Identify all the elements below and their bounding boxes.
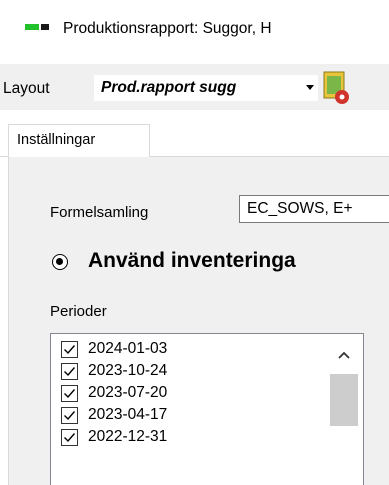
formel-label: Formelsamling [50,204,149,221]
chevron-down-icon [306,85,314,90]
window-title: Produktionsrapport: Suggor, H [63,20,272,37]
layout-label: Layout [3,80,50,97]
tab-installningar[interactable]: Inställningar [8,124,150,157]
checkbox[interactable] [61,429,78,446]
period-date: 2023-10-24 [88,362,168,379]
formel-value: EC_SOWS, E+ [247,200,353,217]
inventory-radio-option[interactable]: Använd inventeringa [52,248,389,280]
tab-label: Inställningar [17,132,96,148]
period-date: 2023-07-20 [88,384,168,401]
scrollbar-thumb[interactable] [330,374,358,426]
layout-dropdown-value: Prod.rapport sugg [101,79,237,96]
title-bar: Produktionsrapport: Suggor, H [0,0,389,58]
layout-dropdown[interactable]: Prod.rapport sugg [94,75,318,101]
checkbox[interactable] [61,407,78,424]
period-date: 2023-04-17 [88,406,168,423]
app-logo-icon [25,24,49,30]
checkbox[interactable] [61,363,78,380]
periods-label: Perioder [50,303,107,320]
checkbox[interactable] [61,385,78,402]
document-gear-icon[interactable] [322,70,354,106]
formel-field[interactable]: EC_SOWS, E+ [239,195,389,223]
period-date: 2024-01-03 [88,340,168,357]
periods-list[interactable]: 2024-01-03 2023-10-24 2023-07-20 2023-04… [50,333,364,485]
period-date: 2022-12-31 [88,428,168,445]
radio-button[interactable] [52,254,68,270]
vertical-scrollbar[interactable] [327,334,363,485]
checkbox[interactable] [61,341,78,358]
chevron-up-icon[interactable] [333,348,355,362]
radio-label: Använd inventeringa [88,249,296,272]
